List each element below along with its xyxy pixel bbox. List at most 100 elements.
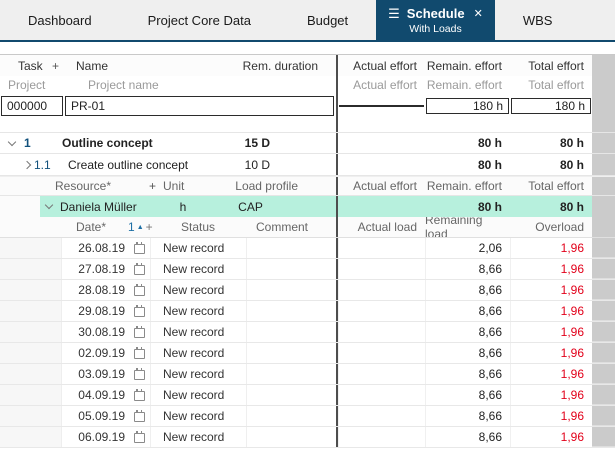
calendar-icon[interactable] — [128, 238, 150, 258]
load-row[interactable]: 30.08.19 New record 8,66 1,96 — [0, 322, 615, 343]
comment-cell[interactable] — [246, 280, 336, 300]
task-name[interactable]: Outline concept — [54, 136, 226, 150]
project-total-effort-cell[interactable]: 180 h — [511, 98, 591, 114]
calendar-icon[interactable] — [128, 322, 150, 342]
actual-load-cell[interactable] — [338, 406, 425, 426]
status-cell[interactable]: New record — [150, 385, 246, 405]
remaining-load-cell[interactable]: 8,66 — [425, 364, 510, 384]
actual-load-cell[interactable] — [338, 427, 425, 447]
status-cell[interactable]: New record — [150, 427, 246, 447]
project-actual-effort-cell[interactable] — [339, 105, 424, 107]
actual-load-cell[interactable] — [338, 280, 425, 300]
collapse-task-icon[interactable] — [0, 137, 24, 146]
date-cell[interactable]: 02.09.19 — [62, 346, 128, 360]
task-rem-duration[interactable]: 10 D — [226, 158, 336, 172]
remaining-load-cell[interactable]: 8,66 — [425, 427, 510, 447]
tab-schedule[interactable]: ☰ Schedule ✕ With Loads — [376, 0, 495, 40]
calendar-icon[interactable] — [128, 301, 150, 321]
calendar-icon[interactable] — [128, 280, 150, 300]
task-row-1[interactable]: 1 Outline concept 15 D 80 h 80 h — [0, 132, 615, 154]
task-number[interactable]: 1 — [24, 136, 54, 150]
actual-load-cell[interactable] — [338, 385, 425, 405]
date-cell[interactable]: 06.09.19 — [62, 430, 128, 444]
calendar-icon[interactable] — [128, 406, 150, 426]
menu-icon[interactable]: ☰ — [388, 6, 400, 22]
calendar-icon[interactable] — [128, 259, 150, 279]
resource-load-profile[interactable]: CAP — [203, 200, 298, 214]
remaining-load-cell[interactable]: 8,66 — [425, 322, 510, 342]
remaining-load-cell[interactable]: 8,66 — [425, 406, 510, 426]
project-id-cell[interactable]: 000000 — [1, 96, 63, 116]
resource-row[interactable]: Daniela Müller h CAP 80 h 80 h — [0, 196, 615, 217]
tab-dashboard[interactable]: Dashboard — [0, 0, 120, 40]
load-row[interactable]: 02.09.19 New record 8,66 1,96 — [0, 343, 615, 364]
sort-asc-icon[interactable]: ▲ — [137, 224, 144, 231]
actual-load-cell[interactable] — [338, 364, 425, 384]
remaining-load-cell[interactable]: 8,66 — [425, 343, 510, 363]
calendar-icon[interactable] — [128, 385, 150, 405]
date-cell[interactable]: 29.08.19 — [62, 304, 128, 318]
comment-cell[interactable] — [246, 259, 336, 279]
remaining-load-cell[interactable]: 8,66 — [425, 259, 510, 279]
load-row[interactable]: 28.08.19 New record 8,66 1,96 — [0, 280, 615, 301]
comment-cell[interactable] — [246, 364, 336, 384]
load-row[interactable]: 27.08.19 New record 8,66 1,96 — [0, 259, 615, 280]
add-task-button[interactable]: + — [52, 59, 68, 73]
add-resource-button[interactable]: + — [149, 179, 163, 193]
resource-unit[interactable]: h — [163, 200, 203, 214]
load-row[interactable]: 06.09.19 New record 8,66 1,96 — [0, 427, 615, 448]
actual-load-cell[interactable] — [338, 259, 425, 279]
load-row[interactable]: 03.09.19 New record 8,66 1,96 — [0, 364, 615, 385]
tab-budget[interactable]: Budget — [279, 0, 376, 40]
status-cell[interactable]: New record — [150, 301, 246, 321]
comment-cell[interactable] — [246, 385, 336, 405]
actual-load-cell[interactable] — [338, 343, 425, 363]
sort-control[interactable]: 1 ▲ + — [128, 220, 153, 234]
expand-task-icon[interactable] — [0, 160, 34, 169]
task-rem-duration[interactable]: 15 D — [226, 136, 336, 150]
date-cell[interactable]: 04.09.19 — [62, 388, 128, 402]
load-row[interactable]: 05.09.19 New record 8,66 1,96 — [0, 406, 615, 427]
tab-project-core-data[interactable]: Project Core Data — [120, 0, 279, 40]
actual-load-cell[interactable] — [338, 322, 425, 342]
calendar-icon[interactable] — [128, 364, 150, 384]
status-cell[interactable]: New record — [150, 364, 246, 384]
actual-load-cell[interactable] — [338, 238, 425, 258]
date-cell[interactable]: 05.09.19 — [62, 409, 128, 423]
load-row[interactable]: 04.09.19 New record 8,66 1,96 — [0, 385, 615, 406]
load-row[interactable]: 26.08.19 New record 2,06 1,96 — [0, 238, 615, 259]
resource-name[interactable]: Daniela Müller — [52, 200, 163, 214]
project-name-cell[interactable]: PR-01 — [65, 96, 334, 116]
calendar-icon[interactable] — [128, 343, 150, 363]
project-remain-effort-cell[interactable]: 180 h — [426, 98, 509, 114]
actual-load-cell[interactable] — [338, 301, 425, 321]
comment-cell[interactable] — [246, 301, 336, 321]
date-cell[interactable]: 26.08.19 — [62, 241, 128, 255]
remaining-load-cell[interactable]: 8,66 — [425, 301, 510, 321]
remaining-load-cell[interactable]: 8,66 — [425, 280, 510, 300]
date-cell[interactable]: 30.08.19 — [62, 325, 128, 339]
load-row[interactable]: 29.08.19 New record 8,66 1,96 — [0, 301, 615, 322]
close-tab-icon[interactable]: ✕ — [474, 7, 483, 20]
comment-cell[interactable] — [246, 343, 336, 363]
status-cell[interactable]: New record — [150, 406, 246, 426]
status-cell[interactable]: New record — [150, 280, 246, 300]
comment-cell[interactable] — [246, 406, 336, 426]
calendar-icon[interactable] — [128, 427, 150, 447]
status-cell[interactable]: New record — [150, 343, 246, 363]
status-cell[interactable]: New record — [150, 238, 246, 258]
date-cell[interactable]: 28.08.19 — [62, 283, 128, 297]
comment-cell[interactable] — [246, 427, 336, 447]
task-number[interactable]: 1.1 — [34, 158, 60, 172]
comment-cell[interactable] — [246, 238, 336, 258]
date-cell[interactable]: 27.08.19 — [62, 262, 128, 276]
status-cell[interactable]: New record — [150, 259, 246, 279]
date-cell[interactable]: 03.09.19 — [62, 367, 128, 381]
task-name[interactable]: Create outline concept — [60, 158, 226, 172]
tab-wbs[interactable]: WBS — [495, 0, 581, 40]
remaining-load-cell[interactable]: 8,66 — [425, 385, 510, 405]
task-row-1-1[interactable]: 1.1 Create outline concept 10 D 80 h 80 … — [0, 154, 615, 176]
status-cell[interactable]: New record — [150, 322, 246, 342]
remaining-load-cell[interactable]: 2,06 — [425, 238, 510, 258]
comment-cell[interactable] — [246, 322, 336, 342]
